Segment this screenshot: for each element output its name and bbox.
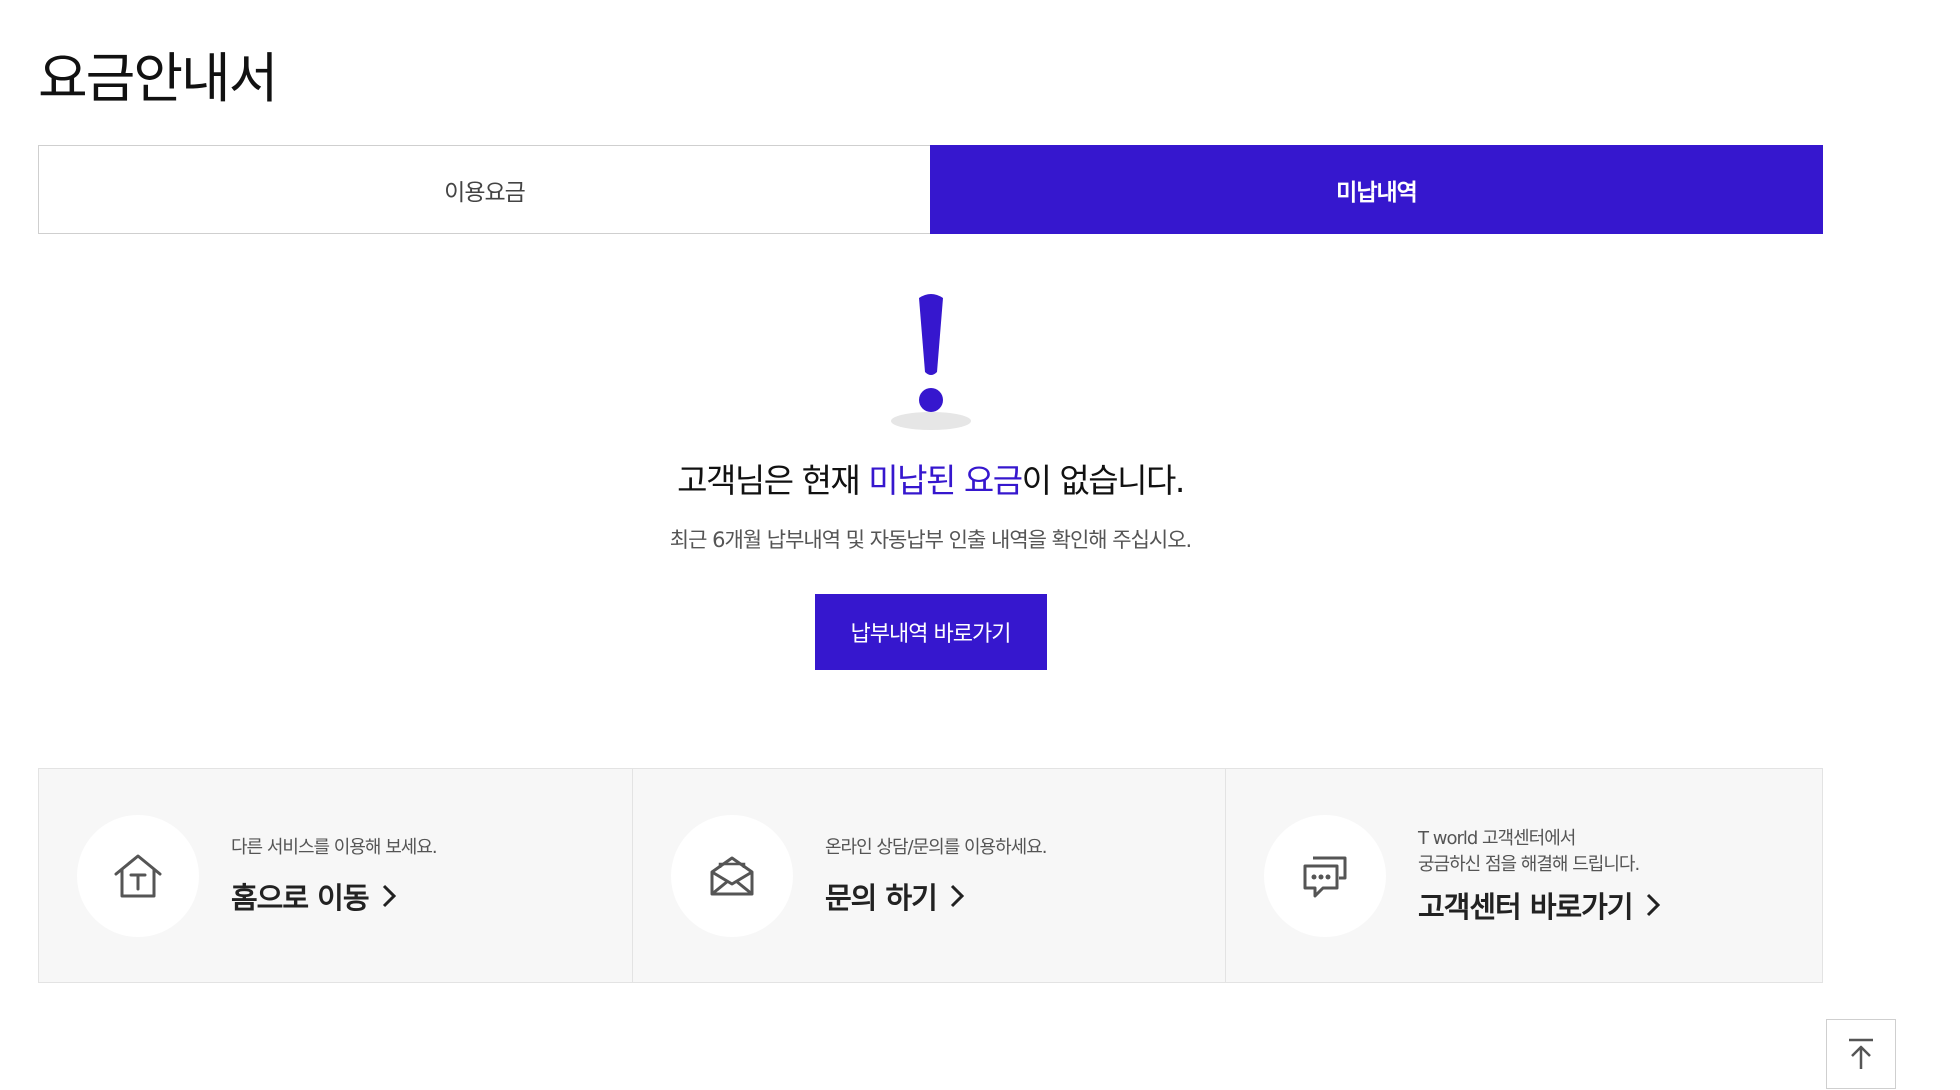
quick-link-description: 다른 서비스를 이용해 보세요.	[231, 836, 438, 858]
chevron-right-icon	[1646, 893, 1660, 916]
quick-link-description: 온라인 상담/문의를 이용하세요.	[825, 836, 1048, 858]
quick-link-inquiry[interactable]: 온라인 상담/문의를 이용하세요. 문의 하기	[632, 769, 1225, 982]
exclamation-icon	[890, 294, 971, 430]
notice-headline: 고객님은 현재 미납된 요금이 없습니다.	[677, 454, 1186, 502]
tab-bar: 이용요금 미납내역	[38, 145, 1823, 234]
quick-link-description-line-2: 궁금하신 점을 해결해 드립니다.	[1418, 853, 1640, 875]
chevron-right-icon	[950, 884, 964, 907]
icon-circle	[671, 815, 793, 937]
home-link-label: 홈으로 이동	[231, 880, 369, 915]
notice-subtext: 최근 6개월 납부내역 및 자동납부 인출 내역을 확인해 주십시오.	[669, 528, 1192, 552]
payment-history-button[interactable]: 납부내역 바로가기	[814, 594, 1047, 670]
quick-links-panel: 다른 서비스를 이용해 보세요. 홈으로 이동 온라인 상담/문의를 이용하세요…	[38, 768, 1823, 983]
customer-center-link[interactable]: 고객센터 바로가기	[1418, 884, 1661, 926]
chat-bubble-icon	[1303, 856, 1347, 898]
tab-unpaid-history[interactable]: 미납내역	[930, 145, 1823, 234]
headline-accent: 미납된 요금	[868, 461, 1023, 500]
headline-suffix: 이 없습니다.	[1021, 461, 1186, 500]
scroll-to-top-button[interactable]	[1826, 1019, 1896, 1089]
chevron-right-icon	[382, 884, 396, 907]
arrow-up-to-top-icon	[1849, 1038, 1873, 1069]
quick-link-description-line-1: T world 고객센터에서	[1418, 827, 1576, 849]
quick-link-home[interactable]: 다른 서비스를 이용해 보세요. 홈으로 이동	[39, 769, 632, 982]
icon-circle	[1264, 815, 1386, 937]
home-link[interactable]: 홈으로 이동	[231, 875, 437, 917]
no-unpaid-notice: 고객님은 현재 미납된 요금이 없습니다. 최근 6개월 납부내역 및 자동납부…	[38, 290, 1823, 670]
page-title: 요금안내서	[38, 47, 278, 110]
mail-icon	[710, 856, 754, 896]
headline-prefix: 고객님은 현재	[677, 461, 869, 500]
quick-link-customer-center[interactable]: T world 고객센터에서 궁금하신 점을 해결해 드립니다. 고객센터 바로…	[1225, 769, 1822, 982]
inquiry-link[interactable]: 문의 하기	[825, 875, 1047, 917]
inquiry-link-label: 문의 하기	[825, 880, 938, 915]
home-t-icon	[114, 854, 162, 898]
customer-center-link-label: 고객센터 바로가기	[1418, 889, 1634, 924]
tab-usage-fee[interactable]: 이용요금	[38, 145, 930, 234]
icon-circle	[77, 815, 199, 937]
